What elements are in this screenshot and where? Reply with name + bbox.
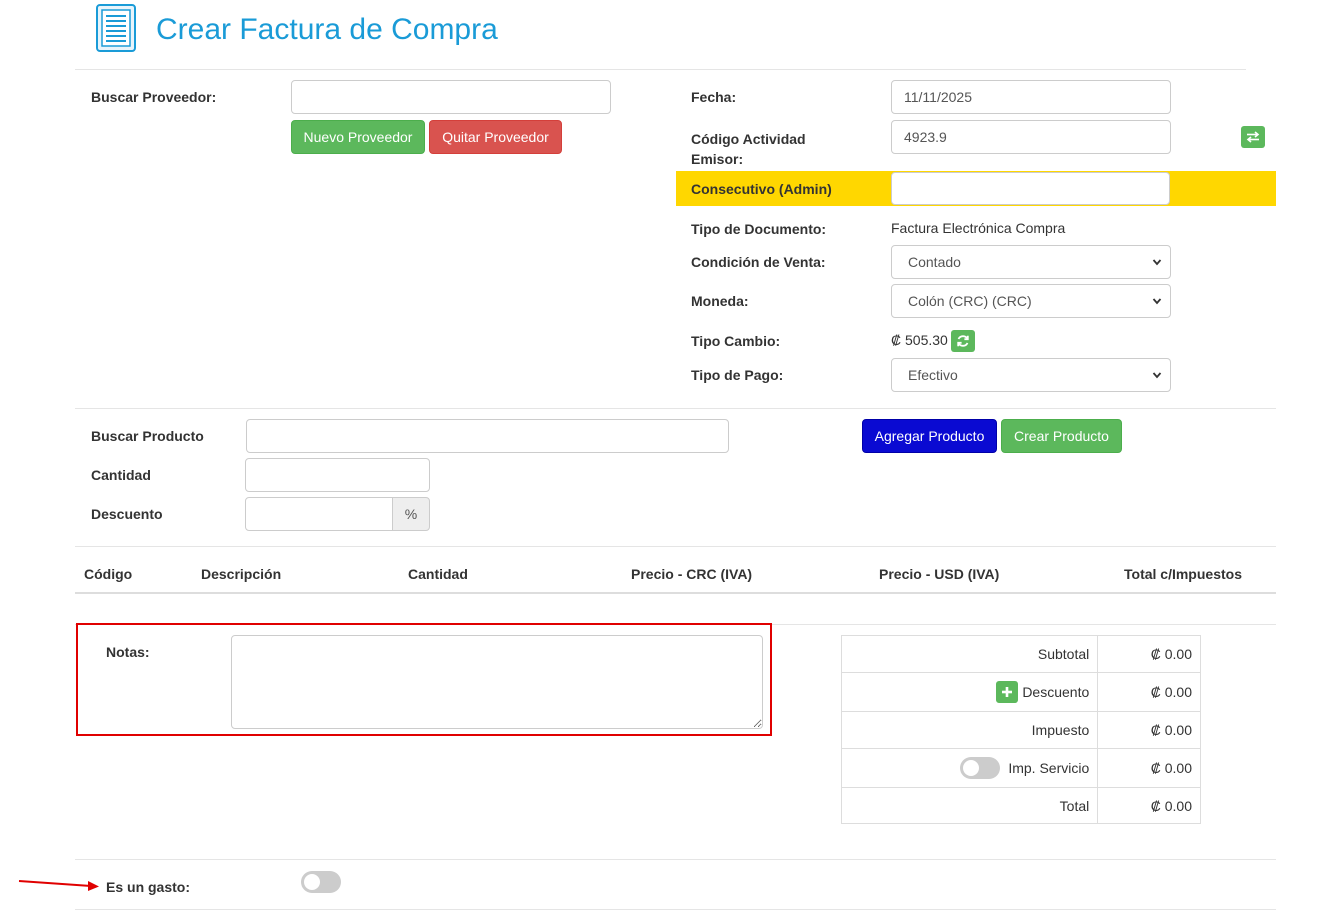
new-supplier-button[interactable]: Nuevo Proveedor [291,120,425,154]
table-header-border [75,592,1276,594]
column-header-code: Código [84,566,133,582]
discount-input[interactable] [245,497,393,531]
quantity-label: Cantidad [91,467,151,483]
chevron-down-icon [1152,259,1162,266]
sale-condition-select[interactable]: Contado [891,245,1171,279]
service-tax-toggle[interactable] [960,757,1001,779]
activity-code-label-line2: Emisor: [691,151,744,167]
total-row: Total ₡ 0.00 [840,787,1201,824]
document-type-label: Tipo de Documento: [691,221,827,237]
page-title: Crear Factura de Compra [156,13,498,46]
column-header-price-crc: Precio - CRC (IVA) [631,566,753,582]
discount-total-label: Descuento [1022,684,1090,700]
toggle-knob [963,760,980,776]
payment-type-value: Efectivo [908,367,958,383]
expense-label: Es un gasto: [106,879,191,895]
remove-supplier-button[interactable]: Quitar Proveedor [429,120,562,154]
header-divider [75,69,1246,70]
add-product-button[interactable]: Agregar Producto [862,419,997,453]
create-product-button[interactable]: Crear Producto [1001,419,1122,453]
swap-activity-button[interactable] [1241,126,1265,148]
invoice-icon [96,4,136,52]
refresh-exchange-button[interactable] [951,330,975,352]
subtotal-value: ₡ 0.00 [1097,635,1201,673]
chevron-down-icon [1152,372,1162,379]
tax-label: Impuesto [840,711,1099,749]
currency-value: Colón (CRC) (CRC) [908,293,1032,309]
column-header-total: Total c/Impuestos [1124,566,1242,582]
consecutive-label: Consecutivo (Admin) [691,181,832,197]
date-label: Fecha: [691,89,737,105]
refresh-icon [957,335,969,347]
discount-label: Descuento [91,506,163,522]
section-divider [75,546,1276,547]
bottom-divider [75,909,1276,910]
section-divider [75,408,1276,409]
payment-type-select[interactable]: Efectivo [891,358,1171,392]
total-label: Total [840,787,1099,824]
service-tax-value: ₡ 0.00 [1097,748,1201,788]
add-discount-button[interactable] [996,681,1019,703]
currency-label: Moneda: [691,293,749,309]
annotation-arrow-icon [18,880,99,891]
activity-code-label: Código Actividad Emisor: [691,129,806,169]
payment-type-label: Tipo de Pago: [691,367,784,383]
discount-total-value: ₡ 0.00 [1097,672,1201,712]
exchange-rate-label: Tipo Cambio: [691,333,781,349]
subtotal-label: Subtotal [840,635,1099,673]
column-header-description: Descripción [201,566,282,582]
service-tax-row: Imp. Servicio ₡ 0.00 [840,748,1201,788]
supplier-search-input[interactable] [291,80,611,114]
tax-row: Impuesto ₡ 0.00 [840,711,1201,749]
column-header-price-usd: Precio - USD (IVA) [879,566,1000,582]
sale-condition-label: Condición de Venta: [691,254,826,270]
product-search-input[interactable] [246,419,729,453]
currency-select[interactable]: Colón (CRC) (CRC) [891,284,1171,318]
activity-code-input[interactable] [891,120,1171,154]
exchange-rate-value: ₡ 505.30 [891,332,948,348]
expense-toggle[interactable] [301,871,341,893]
notes-label: Notas: [106,644,150,660]
supplier-search-label: Buscar Proveedor: [91,89,217,105]
plus-icon [1002,687,1013,697]
consecutive-input[interactable] [891,172,1170,205]
total-value: ₡ 0.00 [1097,787,1201,824]
date-input[interactable] [891,80,1171,114]
toggle-knob [304,874,320,890]
product-search-label: Buscar Producto [91,428,204,444]
chevron-down-icon [1152,298,1162,305]
swap-icon [1246,131,1260,143]
service-tax-label: Imp. Servicio [1008,760,1090,776]
totals-table: Subtotal ₡ 0.00 Descuento ₡ 0.00 Impuest… [840,635,1201,824]
subtotal-row: Subtotal ₡ 0.00 [840,635,1201,673]
quantity-input[interactable] [245,458,430,492]
notes-textarea[interactable] [231,635,763,729]
column-header-quantity: Cantidad [408,566,468,582]
tax-value: ₡ 0.00 [1097,711,1201,749]
percent-addon: % [392,497,430,531]
section-divider [75,859,1276,860]
activity-code-label-line1: Código Actividad [691,131,806,147]
document-type-value: Factura Electrónica Compra [891,220,1066,236]
sale-condition-value: Contado [908,254,961,270]
discount-row: Descuento ₡ 0.00 [840,672,1201,712]
